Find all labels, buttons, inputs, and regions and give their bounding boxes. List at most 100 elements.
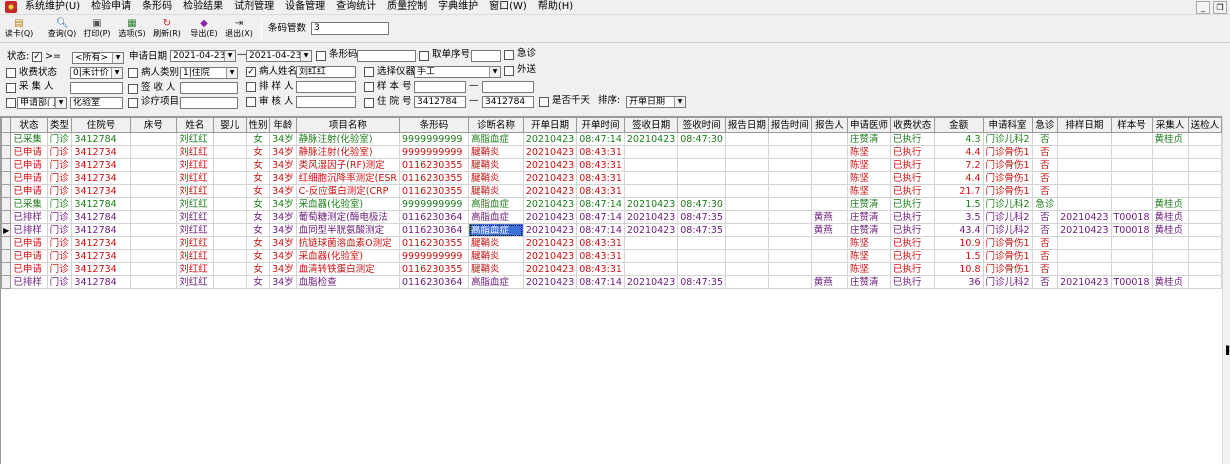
menu-item[interactable]: 检验结果 — [178, 0, 229, 14]
table-row[interactable]: 已申请 门诊 3412734 刘红红 女 34岁 C-反应蛋白测定(CRP 011623035… — [1, 184, 1222, 198]
table-row[interactable]: ▶ 已排样 门诊 3412784 刘红红 女 34岁 血同型半胱氨酸测定 0116230364 高… — [1, 223, 1222, 237]
sample-take-input[interactable] — [471, 50, 501, 62]
receiver-input[interactable] — [180, 82, 238, 94]
column-header[interactable]: 姓名 — [176, 117, 214, 133]
column-header[interactable]: 送检人 — [1187, 117, 1222, 133]
scheduler-checkbox[interactable] — [246, 82, 256, 92]
column-header[interactable]: 诊断名称 — [468, 117, 524, 133]
patient-name-input[interactable]: 刘红红 — [296, 66, 356, 78]
outsourced-checkbox[interactable] — [504, 66, 514, 76]
column-header[interactable]: 床号 — [129, 117, 178, 133]
exit-button[interactable]: ⇥ 退出(X) — [225, 18, 253, 42]
treatment-item-checkbox[interactable] — [128, 98, 138, 108]
receiver-checkbox[interactable] — [128, 84, 138, 94]
patient-type-select[interactable]: 1|住院 ▼ — [180, 67, 238, 79]
column-header[interactable]: 项目名称 — [295, 117, 401, 133]
column-header[interactable]: 样本号 — [1110, 117, 1153, 133]
menu-item[interactable]: 质量控制 — [382, 0, 433, 14]
status-select[interactable]: <所有> ▼ — [72, 52, 124, 64]
sample-take-checkbox[interactable] — [419, 51, 429, 61]
menu-item[interactable]: 设备管理 — [280, 0, 331, 14]
column-header[interactable]: 状态 — [10, 117, 48, 133]
table-row[interactable]: 已申请 门诊 3412734 刘红红 女 34岁 抗链球菌溶血素O测定 0116230355 腱… — [1, 236, 1222, 250]
menu-item[interactable]: 条形码 — [137, 0, 178, 14]
menu-item[interactable]: 窗口(W) — [484, 0, 533, 14]
barcode-count-input[interactable]: 3 — [311, 22, 389, 35]
date-from-picker[interactable]: 2021-04-23 ▼ — [170, 50, 236, 62]
patient-type-checkbox[interactable] — [128, 68, 138, 78]
inpatient-no-checkbox[interactable] — [364, 98, 374, 108]
inpatient-no-to-input[interactable]: 3412784 — [482, 96, 534, 108]
refresh-button[interactable]: ↻ 刷新(R) — [153, 18, 181, 42]
table-row[interactable]: 已申请 门诊 3412734 刘红红 女 34岁 静脉注射(化验室) 9999999999 腱鞘… — [1, 145, 1222, 159]
column-header[interactable]: 年龄 — [269, 117, 297, 133]
column-header[interactable]: 急诊 — [1031, 117, 1059, 133]
menu-item[interactable]: 系统维护(U) — [20, 0, 86, 14]
apply-dept-input[interactable]: 化验室 — [70, 97, 123, 109]
barcode-input[interactable] — [357, 50, 416, 62]
column-header[interactable]: 金额 — [933, 117, 984, 133]
scheduler-input[interactable] — [296, 81, 356, 93]
fee-status-checkbox[interactable] — [6, 68, 16, 78]
table-row[interactable]: 已申请 门诊 3412734 刘红红 女 34岁 血清转铁蛋白测定 0116230355 腱鞘炎… — [1, 262, 1222, 276]
collector-input[interactable] — [70, 82, 123, 94]
urgent-checkbox[interactable] — [504, 50, 514, 60]
column-header[interactable]: 申请科室 — [982, 117, 1033, 133]
column-header[interactable]: 报告日期 — [724, 117, 769, 133]
apply-dept-checkbox[interactable] — [6, 98, 16, 108]
apply-dept-select[interactable]: 申请部门 ▼ — [17, 97, 67, 109]
export-button[interactable]: ◆ 导出(E) — [190, 18, 218, 42]
vertical-scrollbar[interactable]: ▐ — [1222, 116, 1230, 464]
column-header[interactable]: 收费状态 — [889, 117, 935, 133]
barcode-checkbox[interactable] — [316, 51, 326, 61]
collector-checkbox[interactable] — [6, 83, 16, 93]
query-button[interactable]: 🔍︎ 查询(Q) — [48, 18, 77, 42]
options-button[interactable]: ▦ 选项(S) — [118, 18, 146, 42]
menu-item[interactable]: 试剂管理 — [229, 0, 280, 14]
table-row[interactable]: 已采集 门诊 3412784 刘红红 女 34岁 静脉注射(化验室) 9999999999 高脂… — [1, 132, 1222, 146]
table-row[interactable]: 已申请 门诊 3412734 刘红红 女 34岁 采血器(化验室) 9999999999 腱鞘炎… — [1, 249, 1222, 263]
read-card-button[interactable]: ▤ 读卡(Q) — [5, 18, 34, 42]
table-row[interactable]: 已采集 门诊 3412784 刘红红 女 34岁 采血器(化验室) 9999999999 高脂血… — [1, 197, 1222, 211]
column-header[interactable]: 婴儿 — [212, 117, 247, 133]
table-row[interactable]: 已排样 门诊 3412784 刘红红女 34岁 血脂检查 0116230364 高脂血症 202… — [1, 275, 1222, 289]
fee-status-select[interactable]: 0|未计价 ▼ — [70, 67, 123, 79]
restore-button[interactable]: ❐ — [1213, 1, 1227, 14]
menu-item[interactable]: 检验申请 — [86, 0, 137, 14]
reviewer-input[interactable] — [296, 96, 356, 108]
patient-name-checkbox[interactable]: ✓ — [246, 67, 256, 77]
table-row[interactable]: 已申请 门诊 3412734 刘红红 女 34岁 红细胞沉降率测定(ESR 011623035… — [1, 171, 1222, 185]
table-row[interactable]: 已排样 门诊 3412784 刘红红 女 34岁 葡萄糖测定(酶电极法 0116230364 高… — [1, 210, 1222, 224]
thousand-day-checkbox[interactable] — [539, 97, 549, 107]
instrument-select[interactable]: 手工 ▼ — [414, 66, 501, 78]
print-button[interactable]: ▣ 打印(P) — [83, 18, 111, 42]
column-header[interactable]: 申请医师 — [846, 117, 891, 133]
column-header[interactable]: 采集人 — [1151, 117, 1189, 133]
column-header[interactable]: 开单时间 — [576, 117, 625, 133]
reviewer-checkbox[interactable] — [246, 97, 256, 107]
column-header[interactable]: 排样日期 — [1057, 117, 1112, 133]
column-header[interactable]: 签收时间 — [677, 117, 726, 133]
minimize-button[interactable]: _ — [1196, 1, 1210, 14]
column-header[interactable]: 类型 — [46, 117, 73, 133]
sort-select[interactable]: 开单日期 ▼ — [626, 96, 686, 108]
date-to-picker[interactable]: 2021-04-23 ▼ — [246, 50, 312, 62]
column-header[interactable]: 报告时间 — [767, 117, 812, 133]
column-header[interactable]: 开单日期 — [522, 117, 578, 133]
sample-no-checkbox[interactable] — [364, 82, 374, 92]
column-header[interactable]: 签收日期 — [623, 117, 679, 133]
instrument-checkbox[interactable] — [364, 67, 374, 77]
column-header[interactable]: 条形码 — [399, 117, 470, 133]
menu-item[interactable]: 查询统计 — [331, 0, 382, 14]
treatment-item-input[interactable] — [180, 97, 238, 109]
menu-item[interactable]: 字典维护 — [433, 0, 484, 14]
column-header[interactable]: 报告人 — [810, 117, 848, 133]
status-checkbox[interactable]: ✓ — [32, 52, 42, 62]
inpatient-no-from-input[interactable]: 3412784 — [414, 96, 466, 108]
sample-no-from-input[interactable] — [414, 81, 466, 93]
table-row[interactable]: 已申请 门诊 3412734 刘红红 女 34岁 类风湿因子(RF)测定 0116230355… — [1, 158, 1222, 172]
column-header[interactable]: 住院号 — [71, 117, 131, 133]
sample-no-to-input[interactable] — [482, 81, 534, 93]
menu-item[interactable]: 帮助(H) — [533, 0, 579, 14]
column-header[interactable]: 性别 — [245, 117, 271, 133]
